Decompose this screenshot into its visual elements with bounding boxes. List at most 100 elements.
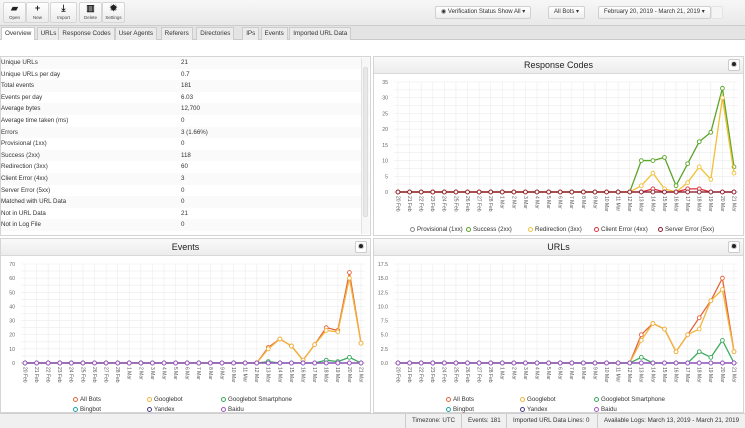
data-point[interactable] [662,326,667,332]
tab-directories[interactable]: Directories [196,27,235,40]
data-point[interactable] [638,189,644,195]
data-point[interactable] [731,360,737,366]
data-point[interactable] [696,139,702,145]
data-point[interactable] [685,332,691,338]
legend-item[interactable]: Bingbot [73,406,101,413]
data-point[interactable] [161,360,167,366]
data-point[interactable] [430,360,436,366]
legend-item[interactable]: All Bots [446,396,474,403]
chart-settings-gear-icon[interactable]: ✹ [355,241,367,253]
legend-item[interactable]: Baidu [221,406,244,413]
data-point[interactable] [685,180,691,185]
data-point[interactable] [289,343,294,349]
data-point[interactable] [673,349,679,355]
data-point[interactable] [465,189,470,195]
data-point[interactable] [184,360,190,366]
data-point[interactable] [289,360,294,366]
data-point[interactable] [662,155,667,160]
data-point[interactable] [534,360,540,366]
legend-item[interactable]: Baidu [594,406,617,413]
data-point[interactable] [638,338,644,343]
chart-settings-gear-icon[interactable]: ✹ [728,59,740,71]
data-point[interactable] [300,360,306,366]
tab-urls[interactable]: URLs [36,27,61,40]
data-point[interactable] [430,189,436,195]
extra-button[interactable] [711,6,723,19]
legend-item[interactable]: Yandex [520,406,548,413]
data-point[interactable] [638,360,644,366]
data-point[interactable] [557,189,563,195]
data-point[interactable] [323,360,329,366]
scrollbar-thumb[interactable] [363,67,368,217]
data-point[interactable] [685,161,691,167]
data-point[interactable] [696,360,702,366]
legend-item[interactable]: Server Error (5xx) [658,226,714,233]
data-point[interactable] [115,360,121,366]
data-point[interactable] [335,360,341,366]
data-point[interactable] [488,360,494,366]
chart-settings-gear-icon[interactable]: ✹ [728,241,740,253]
data-point[interactable] [592,360,598,366]
data-point[interactable] [604,360,609,366]
data-point[interactable] [511,189,517,195]
data-point[interactable] [511,360,517,366]
data-point[interactable] [395,360,401,366]
data-point[interactable] [662,360,667,366]
data-point[interactable] [696,189,702,195]
data-point[interactable] [312,360,318,366]
data-point[interactable] [335,329,341,335]
data-point[interactable] [407,360,412,366]
data-point[interactable] [323,328,329,333]
data-point[interactable] [569,189,575,195]
data-point[interactable] [638,354,644,360]
data-point[interactable] [534,189,540,195]
data-point[interactable] [673,183,679,189]
data-point[interactable] [708,177,714,182]
data-point[interactable] [173,360,178,366]
data-point[interactable] [312,342,318,347]
data-point[interactable] [219,360,225,366]
data-point[interactable] [581,360,586,366]
data-point[interactable] [581,189,586,195]
data-point[interactable] [45,360,51,366]
data-point[interactable] [650,189,656,195]
data-point[interactable] [685,189,691,195]
data-point[interactable] [546,189,551,195]
legend-item[interactable]: All Bots [73,396,101,403]
data-point[interactable] [720,95,725,101]
tab-user-agents[interactable]: User Agents [114,27,157,40]
data-point[interactable] [720,275,725,281]
tab-imported-url-data[interactable]: Imported URL Data [289,27,352,40]
data-point[interactable] [604,189,609,195]
data-point[interactable] [441,189,447,195]
tab-events[interactable]: Events [260,27,288,40]
legend-item[interactable]: Googlebot [520,396,556,403]
tab-response-codes[interactable]: Response Codes [58,27,115,40]
data-point[interactable] [662,189,667,195]
legend-item[interactable]: Success (2xx) [466,226,512,233]
data-point[interactable] [720,85,725,91]
data-point[interactable] [453,189,459,195]
data-point[interactable] [488,189,494,195]
data-point[interactable] [685,360,691,366]
bots-dropdown[interactable]: All Bots ▾ [548,6,586,19]
data-point[interactable] [696,349,702,355]
legend-item[interactable]: Yandex [147,406,175,413]
data-point[interactable] [347,354,352,360]
data-point[interactable] [650,360,656,366]
data-point[interactable] [650,170,656,176]
data-point[interactable] [196,360,202,366]
data-point[interactable] [673,360,679,366]
data-point[interactable] [476,189,482,195]
data-point[interactable] [731,170,737,176]
data-point[interactable] [557,360,563,366]
data-point[interactable] [150,360,155,366]
data-point[interactable] [638,332,644,338]
data-point[interactable] [720,287,725,292]
data-point[interactable] [708,129,714,135]
legend-item[interactable]: Googlebot Smartphone [594,396,665,403]
legend-item[interactable]: Googlebot [147,396,183,403]
data-point[interactable] [720,189,725,195]
legend-item[interactable]: Provisional (1xx) [410,226,463,233]
legend-item[interactable]: Redirection (3xx) [528,226,582,233]
